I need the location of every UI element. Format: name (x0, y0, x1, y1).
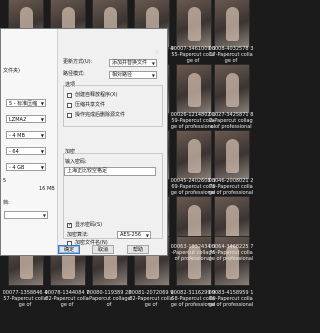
chevron-down-icon: ▼ (145, 233, 149, 238)
dictionary-size-select[interactable]: - 4 MB ▼ (6, 131, 46, 139)
chevron-down-icon: ▼ (40, 165, 44, 170)
archive-label: 文件夹) (3, 68, 20, 74)
file-caption[interactable]: 00027-3425871 82-Papercut collage of pro… (208, 112, 254, 130)
thumbnail-image[interactable] (214, 0, 250, 48)
file-caption[interactable]: 00046-2008021 279-Papercut collage of pr… (208, 178, 254, 196)
file-caption[interactable]: 00008-4032578 317-Papercut collage of (208, 46, 254, 64)
compression-level-select[interactable]: 5 - 标准压缩 ▼ (6, 99, 46, 107)
close-icon[interactable]: ✕ (150, 47, 164, 58)
chevron-down-icon: ▼ (151, 73, 155, 78)
update-mode-label: 更新方式(U): (63, 59, 93, 65)
chevron-down-icon: ▼ (42, 213, 46, 218)
thumbnail-image[interactable] (176, 130, 212, 180)
left-settings-pane: 文件夹) 5 - 标准压缩 ▼ LZMA2 ▼ - 4 MB ▼ - 64 ▼ - 4 … (1, 29, 58, 255)
thumbnail-image[interactable] (214, 64, 250, 114)
split-size-field[interactable]: ▼ (4, 211, 48, 219)
file-caption[interactable]: 00081-2072069 982-Papercut collage of (128, 290, 174, 308)
encryption-method-label: 加密算法: (67, 232, 89, 238)
sfx-label: 创建自释放程序(X) (75, 92, 118, 98)
path-mode-label: 路径模式: (63, 71, 85, 77)
cancel-button[interactable]: 取消 (92, 245, 114, 254)
thumbnail-image[interactable] (214, 130, 250, 180)
thumbnail-image[interactable] (176, 0, 212, 48)
chevron-down-icon: ▼ (151, 61, 155, 66)
delete-after-label: 操作完成后删除源文件 (75, 112, 126, 118)
solid-block-select[interactable]: - 4 GB ▼ (6, 163, 46, 171)
file-caption[interactable]: 00077-1358846 457-Papercut collage of (2, 290, 48, 308)
delete-after-checkbox[interactable] (67, 113, 72, 118)
ok-button[interactable]: 确定 (58, 245, 80, 254)
chevron-down-icon: ▼ (40, 117, 44, 122)
compression-method-select[interactable]: LZMA2 ▼ (6, 115, 46, 123)
password-input[interactable]: 上海正比较空格足 (64, 167, 156, 176)
update-mode-select[interactable]: 添加并替换文件 ▼ (109, 59, 157, 67)
memory-usage: 16 MB (39, 186, 55, 192)
show-password-label: 显示密码(S) (75, 222, 103, 228)
thumbnail-image[interactable] (176, 64, 212, 114)
shared-files-checkbox[interactable] (67, 103, 72, 108)
chevron-down-icon: ▼ (40, 149, 44, 154)
file-caption[interactable]: 00080-119389 28-Papercut collage of (86, 290, 132, 308)
file-caption[interactable]: 00083-4158959 109-Papercut collage of pr… (208, 290, 254, 308)
word-size-select[interactable]: - 64 ▼ (6, 147, 46, 155)
chevron-down-icon: ▼ (40, 133, 44, 138)
show-password-checkbox[interactable] (67, 222, 72, 228)
path-mode-select[interactable]: 相对路径 ▼ (109, 71, 157, 79)
archive-dialog: 文件夹) 5 - 标准压缩 ▼ LZMA2 ▼ - 4 MB ▼ - 64 ▼ - 4 … (0, 28, 168, 256)
split-label: 档: (3, 200, 10, 206)
sfx-checkbox[interactable] (67, 93, 72, 98)
encryption-label: 加密 (65, 149, 76, 156)
file-caption[interactable]: 00078-1344084 782-Papercut collage of (44, 290, 90, 308)
help-button[interactable]: 帮助 (127, 245, 149, 254)
options-label: 选项 (65, 82, 76, 89)
threads-label: 5 (3, 178, 7, 184)
shared-files-label: 压缩共享文件 (75, 102, 106, 108)
encryption-method-select[interactable]: AES-256 ▼ (117, 231, 151, 239)
password-label: 输入密码: (65, 159, 87, 165)
file-caption[interactable]: 00064-3468225 775-Papercut collage of pr… (208, 244, 254, 262)
chevron-down-icon: ▼ (40, 101, 44, 106)
